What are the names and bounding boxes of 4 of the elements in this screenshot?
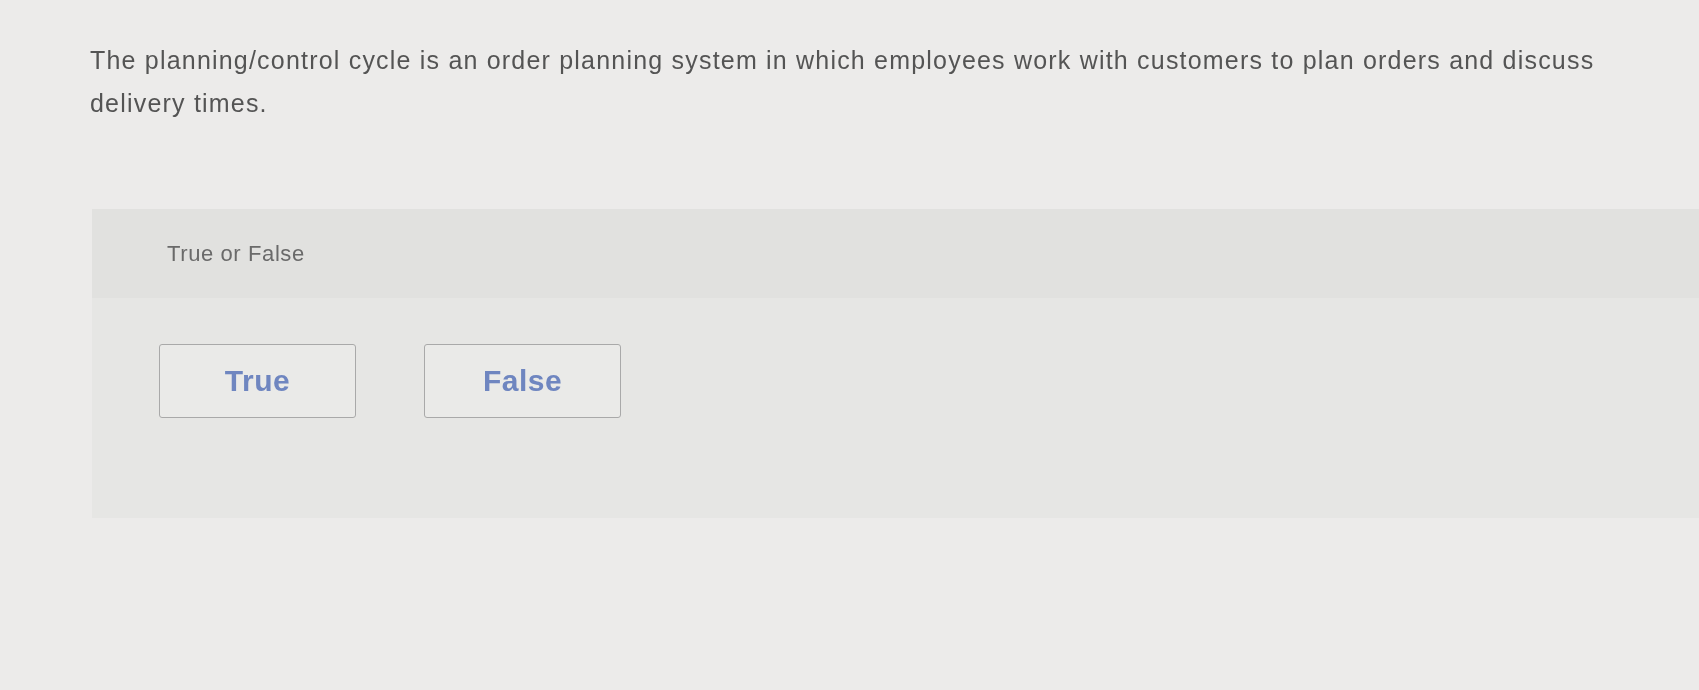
answer-option-button[interactable]: True	[159, 344, 356, 418]
question-text: The planning/control cycle is an order planning system in which employees work with customers to plan orders and discuss delivery times.	[90, 45, 1596, 119]
prompt-label: True or False	[167, 240, 305, 267]
answer-option-button[interactable]: False	[424, 344, 621, 418]
